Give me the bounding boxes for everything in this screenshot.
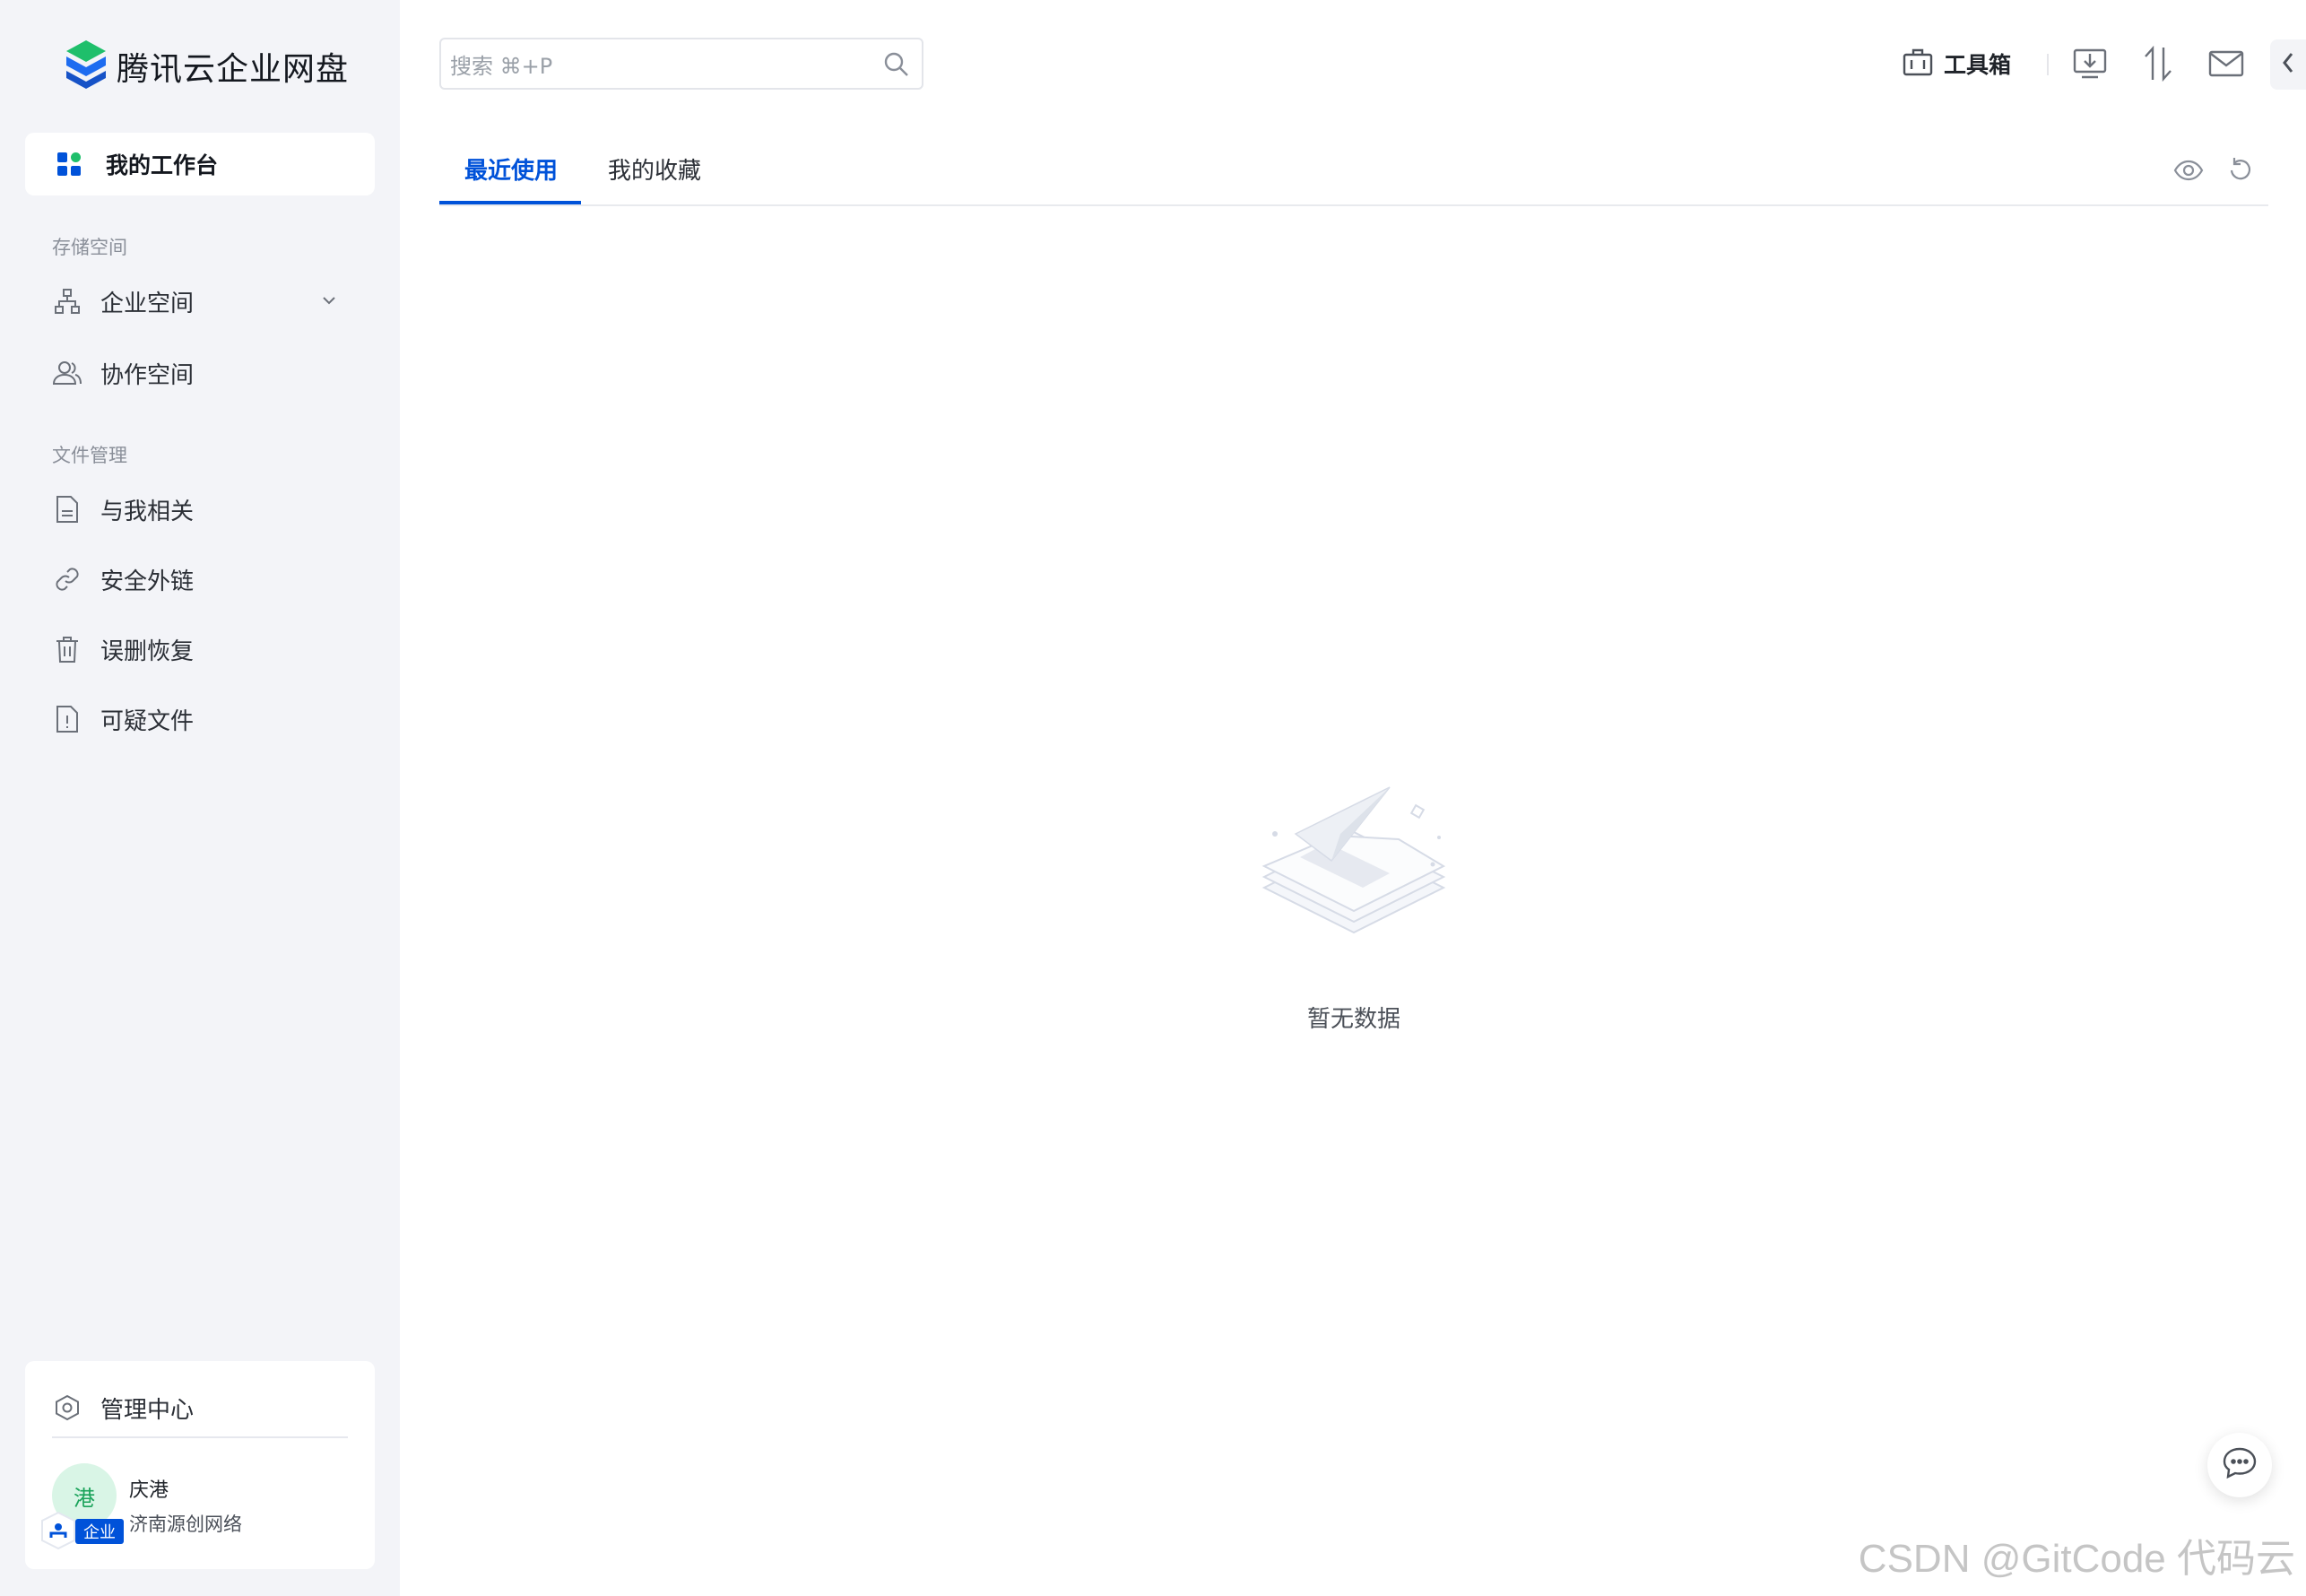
sidebar-item-suspicious[interactable]: 可疑文件 (52, 694, 375, 744)
divider (52, 1436, 348, 1438)
toolbar-divider (2047, 54, 2049, 75)
sidebar-item-label: 企业空间 (100, 290, 195, 317)
sidebar: 腾讯云企业网盘 我的工作台 存储空间 企业空间 协作空间 文件管理 与我相关 安… (0, 0, 400, 1596)
empty-state-text: 暂无数据 (1306, 1006, 1400, 1033)
admin-center-label: 管理中心 (100, 1396, 195, 1424)
section-title-storage: 存储空间 (52, 237, 127, 258)
grid-icon (54, 149, 84, 179)
eye-icon[interactable] (2173, 154, 2204, 190)
section-title-files: 文件管理 (52, 445, 127, 466)
sidebar-item-related[interactable]: 与我相关 (52, 484, 375, 534)
collapse-panel-button[interactable] (2270, 39, 2306, 90)
users-icon (52, 358, 82, 388)
chevron-left-icon (2279, 51, 2297, 78)
document-icon (52, 494, 82, 525)
search-placeholder: 搜索 ⌘+P (450, 53, 553, 79)
empty-state-illustration (1246, 780, 1461, 959)
sidebar-item-label: 我的工作台 (106, 152, 219, 178)
chevron-down-icon[interactable] (319, 291, 339, 314)
tab-favorites[interactable]: 我的收藏 (608, 152, 701, 186)
admin-center-link[interactable]: 管理中心 (52, 1381, 194, 1435)
tab-bar: 最近使用 我的收藏 (439, 134, 2268, 206)
active-tab-indicator (439, 201, 581, 204)
search-input[interactable]: 搜索 ⌘+P (439, 38, 923, 90)
enterprise-shield-icon (41, 1511, 75, 1550)
user-name: 庆港 (129, 1479, 169, 1502)
search-icon[interactable] (882, 50, 911, 82)
transfer-icon[interactable] (2139, 45, 2177, 82)
sidebar-item-label: 安全外链 (100, 568, 195, 595)
enterprise-badge: 企业 (75, 1519, 124, 1544)
sidebar-item-recycle[interactable]: 误删恢复 (52, 624, 375, 674)
watermark: CSDN @GitCode 代码云 (1858, 1537, 2295, 1581)
sidebar-item-secure-link[interactable]: 安全外链 (52, 554, 375, 604)
sidebar-item-label: 协作空间 (100, 361, 195, 389)
app-logo[interactable]: 腾讯云企业网盘 (63, 38, 349, 95)
sidebar-item-enterprise-space[interactable]: 企业空间 (52, 276, 375, 326)
org-tree-icon (52, 286, 82, 317)
sidebar-item-label: 误删恢复 (100, 638, 195, 665)
link-icon (52, 564, 82, 594)
toolbox-icon (1903, 48, 1933, 80)
trash-icon (52, 634, 82, 664)
sidebar-item-collab-space[interactable]: 协作空间 (52, 348, 375, 398)
sidebar-item-workbench[interactable]: 我的工作台 (25, 133, 375, 195)
suspicious-file-icon (52, 704, 82, 734)
app-window: 腾讯云企业网盘 我的工作台 存储空间 企业空间 协作空间 文件管理 与我相关 安… (0, 0, 2306, 1596)
user-card: 管理中心 港 企业 庆港 济南源创网络 (25, 1361, 375, 1569)
chat-bubble-icon (2222, 1446, 2258, 1484)
mail-icon[interactable] (2207, 45, 2245, 82)
toolbox-button[interactable]: 工具箱 (1903, 43, 2011, 84)
chat-button[interactable] (2207, 1433, 2272, 1497)
refresh-icon[interactable] (2227, 154, 2254, 190)
hexagon-settings-icon (52, 1392, 82, 1423)
tab-recent[interactable]: 最近使用 (464, 152, 558, 186)
download-icon[interactable] (2071, 45, 2109, 82)
sidebar-item-label: 与我相关 (100, 498, 195, 525)
app-name: 腾讯云企业网盘 (117, 51, 350, 88)
logo-icon (63, 39, 109, 94)
toolbox-label: 工具箱 (1944, 52, 2012, 78)
sidebar-item-label: 可疑文件 (100, 707, 195, 735)
user-org: 济南源创网络 (129, 1514, 242, 1535)
